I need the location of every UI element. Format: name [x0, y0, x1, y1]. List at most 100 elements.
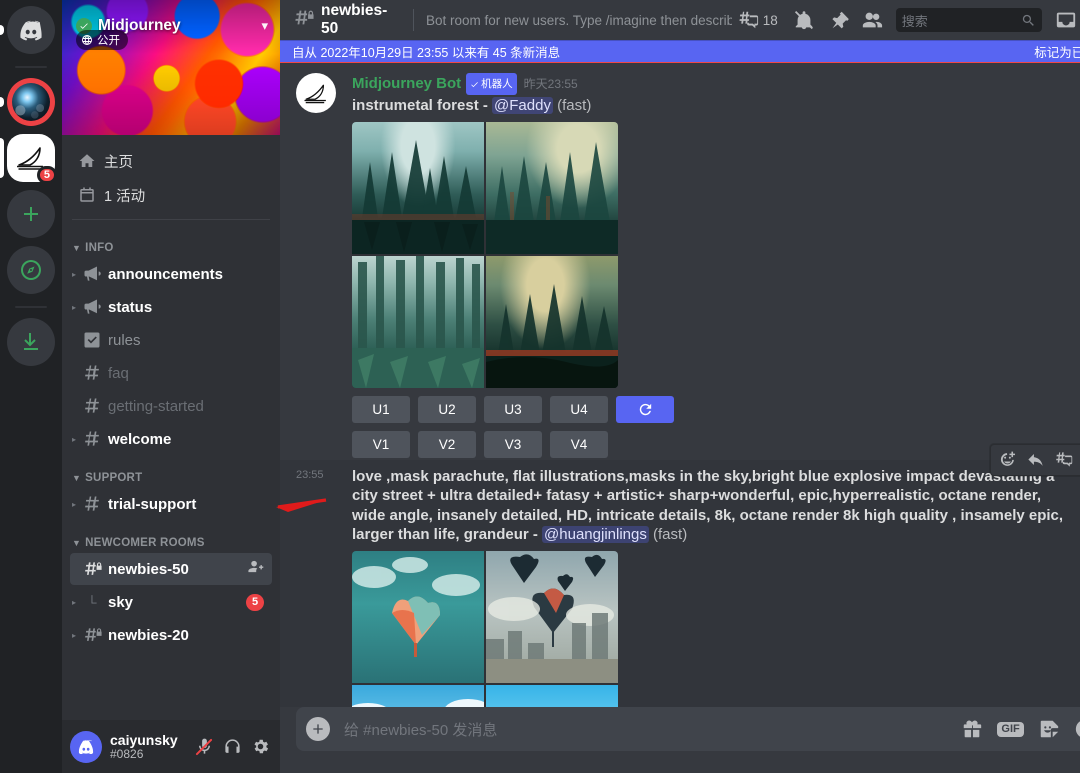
message-text: instrumetal forest - @Faddy (fast) [352, 96, 1076, 116]
new-messages-bar[interactable]: 自从 2022年10月29日 23:55 以来有 45 条新消息 标记为已读 [280, 40, 1080, 62]
message-author[interactable]: Midjourney Bot [352, 74, 461, 94]
image-cell[interactable] [486, 255, 618, 388]
threads-button[interactable] [732, 4, 764, 36]
emoji-icon [1075, 721, 1080, 737]
category-support[interactable]: ▼ SUPPORT [70, 456, 272, 488]
server-unread-pill [0, 97, 4, 107]
invite-icon[interactable] [247, 558, 264, 580]
channel-thread-sky[interactable]: ▸ └ sky 5 [70, 586, 272, 618]
image-cell[interactable] [486, 550, 618, 683]
mute-mic-button[interactable] [192, 735, 216, 759]
channel-sidebar: Midjourney ▾ 公开 主页 1 活动 ▼ INFO ▸ announc… [62, 0, 327, 773]
channel-faq[interactable]: faq [70, 357, 272, 389]
upscale-u1-button[interactable]: U1 [352, 395, 410, 423]
gif-button[interactable]: GIF [997, 721, 1024, 737]
download-icon [7, 318, 55, 366]
channel-trial-support[interactable]: ▸ trial-support [70, 488, 272, 520]
upscale-u4-button[interactable]: U4 [550, 395, 608, 423]
image-grid-forest[interactable] [352, 121, 618, 388]
channel-list: ▼ INFO ▸ announcements ▸ status rules fa… [62, 226, 280, 666]
rail-divider [15, 66, 47, 68]
user-settings-button[interactable] [248, 735, 272, 759]
emoji-button[interactable] [1074, 718, 1080, 740]
chevron-down-icon: ▾ [261, 18, 268, 33]
image-cell[interactable] [352, 550, 484, 683]
variation-v2-button[interactable]: V2 [418, 430, 476, 458]
category-newcomer-rooms-2[interactable]: ▼ NEWCOMER ROOMS 2 [70, 652, 272, 666]
channel-status[interactable]: ▸ status [70, 291, 272, 323]
user-panel: caiyunsky #0826 [62, 720, 280, 773]
channel-newbies-50[interactable]: newbies-50 [70, 553, 272, 585]
message-input[interactable]: 给 #newbies-50 发消息 [344, 719, 961, 740]
upscale-u2-button[interactable]: U2 [418, 395, 476, 423]
message-midjourney-bot: Midjourney Bot 机器人 昨天23:55 instrumetal f… [280, 63, 1080, 460]
channel-topbar: newbies-50 Bot room for new users. Type … [280, 0, 1080, 40]
plus-icon [313, 724, 323, 734]
bot-badge: 机器人 [466, 73, 517, 95]
username: caiyunsky [110, 731, 178, 748]
image-cell[interactable] [352, 684, 484, 707]
attach-file-button[interactable] [306, 717, 330, 741]
member-list-button[interactable] [856, 4, 888, 36]
channel-newbies-20[interactable]: ▸ newbies-20 [70, 619, 272, 651]
image-grid-balloons[interactable] [352, 550, 618, 707]
add-reaction-icon [1001, 451, 1016, 466]
category-info[interactable]: ▼ INFO [70, 226, 272, 258]
user-mention[interactable]: @Faddy [492, 97, 553, 114]
variation-v1-button[interactable]: V1 [352, 430, 410, 458]
variation-v4-button[interactable]: V4 [550, 430, 608, 458]
deafen-button[interactable] [220, 735, 244, 759]
message-list: 新的 Midjourney Bot 机器人 [280, 62, 1080, 707]
server-active-pill [0, 138, 4, 178]
prompt-text: instrumetal forest [352, 97, 479, 114]
discord-logo-icon [7, 6, 55, 54]
gift-button[interactable] [961, 718, 983, 740]
channel-name: welcome [108, 430, 172, 448]
reroll-button[interactable] [616, 395, 674, 423]
server-midjourney[interactable]: 5 [0, 134, 57, 184]
channel-topic[interactable]: Bot room for new users. Type /imagine th… [426, 13, 732, 28]
sidebar-item-events-label: 1 活动 [104, 188, 146, 205]
search-input[interactable]: 搜索 [895, 8, 1042, 32]
mark-as-read-button[interactable]: 标记为已读 [1034, 42, 1080, 61]
variation-v3-button[interactable]: V3 [484, 430, 542, 458]
channel-announcements[interactable]: ▸ announcements [70, 258, 272, 290]
notification-settings-button[interactable] [788, 4, 820, 36]
server-unknown[interactable] [0, 78, 55, 126]
image-cell[interactable] [352, 255, 484, 388]
gear-icon [253, 739, 268, 754]
sticker-button[interactable] [1038, 718, 1060, 740]
upscale-u3-button[interactable]: U3 [484, 395, 542, 423]
add-server-button[interactable] [7, 190, 55, 238]
threads-icon [739, 11, 758, 29]
message-composer[interactable]: 给 #newbies-50 发消息 GIF [296, 707, 1080, 751]
explore-servers-button[interactable] [7, 246, 55, 294]
create-thread-button[interactable] [1050, 447, 1078, 473]
image-cell[interactable] [486, 684, 618, 707]
channel-welcome[interactable]: ▸ welcome [70, 423, 272, 455]
download-apps-button[interactable] [7, 318, 55, 366]
home-button[interactable] [0, 6, 55, 54]
bell-muted-icon [794, 11, 813, 30]
sidebar-item-home[interactable]: 主页 [70, 145, 272, 177]
unread-badge: 5 [246, 593, 264, 611]
image-cell[interactable] [352, 121, 484, 254]
avatar[interactable] [70, 730, 102, 763]
sidebar-item-events[interactable]: 1 活动 [70, 179, 272, 211]
user-discriminator: #0826 [110, 746, 144, 761]
image-cell[interactable] [486, 121, 618, 254]
user-info[interactable]: caiyunsky #0826 [110, 731, 178, 761]
add-reaction-button[interactable] [994, 447, 1022, 473]
user-mention[interactable]: @huangjinlings [542, 526, 649, 543]
category-newcomer-rooms[interactable]: ▼ NEWCOMER ROOMS [70, 521, 272, 553]
channel-rules[interactable]: rules [70, 324, 272, 356]
bot-badge-label: 机器人 [481, 78, 513, 90]
prompt-mode: (fast) [653, 526, 688, 543]
inbox-button[interactable] [1050, 4, 1080, 36]
channel-getting-started[interactable]: getting-started [70, 390, 272, 422]
pinned-messages-button[interactable] [822, 4, 854, 36]
reply-icon [1028, 453, 1043, 466]
channel-name: sky [108, 593, 134, 611]
reply-button[interactable] [1022, 447, 1050, 473]
avatar[interactable] [296, 73, 336, 113]
